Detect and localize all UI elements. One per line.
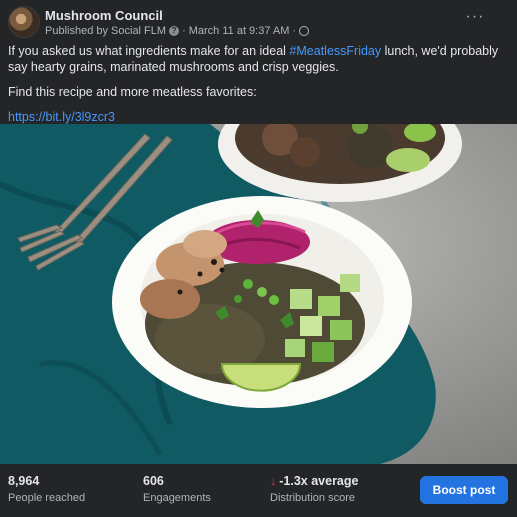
more-options-button[interactable]: ··· — [463, 9, 487, 30]
post-meta: Published by Social FLM ? · March 11 at … — [45, 25, 310, 37]
boost-post-button[interactable]: Boost post — [420, 476, 508, 504]
lentil-mushroom-bowl-photo — [0, 124, 517, 464]
post-header: Mushroom Council Published by Social FLM… — [8, 6, 509, 42]
hashtag-link[interactable]: #MeatlessFriday — [289, 44, 381, 58]
help-icon[interactable]: ? — [169, 26, 180, 36]
page-avatar[interactable] — [8, 6, 40, 38]
people-reached-stat[interactable]: 8,964 People reached — [8, 474, 85, 504]
people-reached-value: 8,964 — [8, 474, 40, 488]
post-photo[interactable] — [0, 124, 517, 464]
post-timestamp[interactable]: March 11 at 9:37 AM — [189, 25, 290, 37]
engagements-label: Engagements — [143, 492, 211, 504]
post-message: If you asked us what ingredients make fo… — [8, 43, 508, 134]
down-arrow-icon: ↓ — [270, 474, 277, 488]
post-paragraph-1: If you asked us what ingredients make fo… — [8, 43, 508, 75]
meta-separator: · — [182, 25, 186, 37]
meta-separator-2: · — [292, 25, 297, 37]
post-paragraph-3: https://bit.ly/3l9zcr3 — [8, 109, 508, 125]
distribution-score-label: Distribution score — [270, 492, 355, 504]
post-card: Mushroom Council Published by Social FLM… — [0, 0, 517, 517]
published-by-text[interactable]: Published by Social FLM — [45, 25, 166, 37]
post-insights-bar: 8,964 People reached 606 Engagements ↓ -1… — [0, 464, 517, 517]
people-reached-label: People reached — [8, 492, 86, 504]
post-paragraph-2: Find this recipe and more meatless favor… — [8, 85, 257, 99]
recipe-link[interactable]: https://bit.ly/3l9zcr3 — [8, 110, 115, 124]
post-text-part: If you asked us what ingredients make fo… — [8, 44, 290, 58]
engagements-value: 606 — [143, 474, 164, 488]
page-name-link[interactable]: Mushroom Council — [45, 8, 163, 23]
distribution-score-stat[interactable]: ↓ -1.3x average Distribution score — [270, 474, 358, 504]
engagements-stat[interactable]: 606 Engagements — [143, 474, 211, 504]
main-bowl — [112, 196, 412, 408]
distribution-score-number: -1.3x average — [279, 474, 359, 488]
distribution-score-value: ↓ -1.3x average — [270, 474, 358, 488]
globe-icon — [299, 26, 310, 36]
